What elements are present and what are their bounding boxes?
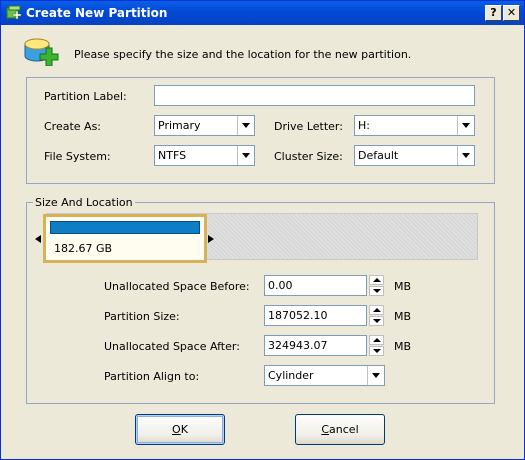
chevron-down-icon[interactable] [457,146,474,165]
spin-down-icon[interactable] [369,316,384,326]
help-button[interactable]: ? [485,5,502,21]
spin-up-icon[interactable] [369,335,384,345]
cancel-label-rest: ancel [329,423,359,436]
spin-down-icon[interactable] [369,346,384,356]
title-bar[interactable]: Create New Partition ? ✕ [1,1,524,25]
chevron-down-icon[interactable] [237,146,254,165]
partition-size-value: 187052.10 [268,309,328,322]
new-partition-icon [24,38,59,66]
partition-size-unit: MB [394,310,412,323]
cluster-size-label: Cluster Size: [274,150,343,163]
cancel-button[interactable]: Cancel [295,414,385,445]
drive-letter-value: H: [358,119,370,132]
unallocated-after-input[interactable]: 324943.07 [264,335,367,356]
partition-align-select[interactable]: Cylinder [264,365,385,386]
partition-block[interactable]: 182.67 GB [43,214,207,263]
cluster-size-select[interactable]: Default [354,145,475,166]
file-system-select[interactable]: NTFS [154,145,255,166]
partition-app-icon [6,5,22,20]
unallocated-after-value: 324943.07 [268,339,328,352]
chevron-down-icon[interactable] [367,366,384,385]
ok-button[interactable]: OK [135,414,225,445]
file-system-label: File System: [44,150,111,163]
partition-label-input[interactable] [154,85,475,106]
partition-bar [50,221,200,234]
file-system-value: NTFS [158,149,187,162]
partition-size-label: Partition Size: [104,310,180,323]
chevron-down-icon[interactable] [237,116,254,135]
resize-left-handle-icon[interactable] [35,235,41,243]
partition-label-label: Partition Label: [44,90,127,103]
drive-letter-label: Drive Letter: [274,120,343,133]
spin-up-icon[interactable] [369,305,384,315]
unallocated-before-input[interactable]: 0.00 [264,275,367,296]
ok-mnemonic: O [172,423,181,436]
unallocated-before-value: 0.00 [268,279,293,292]
cluster-size-value: Default [358,149,399,162]
partition-align-value: Cylinder [268,369,314,382]
create-as-select[interactable]: Primary [154,115,255,136]
window-title: Create New Partition [26,6,168,20]
unallocated-after-unit: MB [394,340,412,353]
chevron-down-icon[interactable] [457,116,474,135]
unallocated-before-label: Unallocated Space Before: [104,280,250,293]
size-location-title: Size And Location [33,196,135,209]
create-as-value: Primary [158,119,201,132]
spin-up-icon[interactable] [369,275,384,285]
partition-align-label: Partition Align to: [104,370,200,383]
resize-right-handle-icon[interactable] [208,235,214,243]
create-as-label: Create As: [44,120,102,133]
close-button[interactable]: ✕ [503,5,520,21]
create-partition-dialog: Create New Partition ? ✕ Please specify … [0,0,525,460]
unallocated-after-label: Unallocated Space After: [104,340,240,353]
spin-down-icon[interactable] [369,286,384,296]
drive-letter-select[interactable]: H: [354,115,475,136]
cancel-mnemonic: C [321,423,330,436]
partition-size-input[interactable]: 187052.10 [264,305,367,326]
unallocated-before-unit: MB [394,280,412,293]
header-instruction: Please specify the size and the location… [74,48,412,61]
partition-size-display: 182.67 GB [54,242,113,255]
ok-label-rest: K [180,423,188,436]
